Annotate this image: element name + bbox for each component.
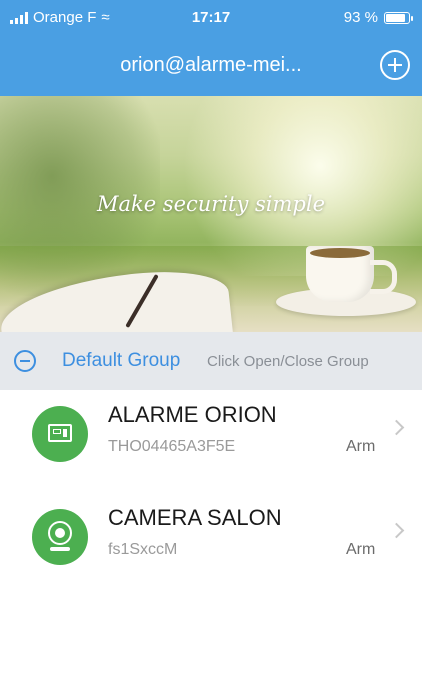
group-header[interactable]: Default Group Click Open/Close Group [0,332,422,390]
camera-stand [50,547,70,551]
chevron-right-icon [388,522,405,539]
chevron-right-icon [388,419,405,436]
promo-banner: Make security simple [0,96,422,332]
device-state: Arm [346,541,376,558]
account-title: orion@alarme-mei... [120,54,302,76]
device-row-alarme-orion[interactable]: ALARME ORION THO04465A3F5E Arm [0,392,422,490]
battery-info: 93 % [343,9,413,26]
camera-icon [48,521,72,545]
group-hint: Click Open/Close Group [207,353,369,370]
device-id: fs1SxccM [108,541,178,558]
device-name: CAMERA SALON [108,505,282,530]
coffee-cup-image [306,246,374,302]
battery-fill [386,13,405,22]
banner-tagline: Make security simple [96,192,326,216]
alarm-panel-icon [48,424,72,442]
minus-circle-icon[interactable] [14,350,36,372]
battery-percent: 93 % [343,9,378,26]
group-name: Default Group [62,350,181,371]
status-bar: Orange F ≈ 17:17 93 % [0,0,422,36]
device-avatar [32,406,88,462]
device-avatar [32,509,88,565]
device-id: THO04465A3F5E [108,438,236,455]
device-row-camera-salon[interactable]: CAMERA SALON fs1SxccM Arm [0,495,422,593]
add-device-button[interactable] [380,50,410,80]
battery-icon [384,11,413,24]
device-state: Arm [346,438,376,455]
device-name: ALARME ORION [108,402,277,427]
nav-bar: orion@alarme-mei... [0,36,422,96]
cup-handle [370,260,397,294]
